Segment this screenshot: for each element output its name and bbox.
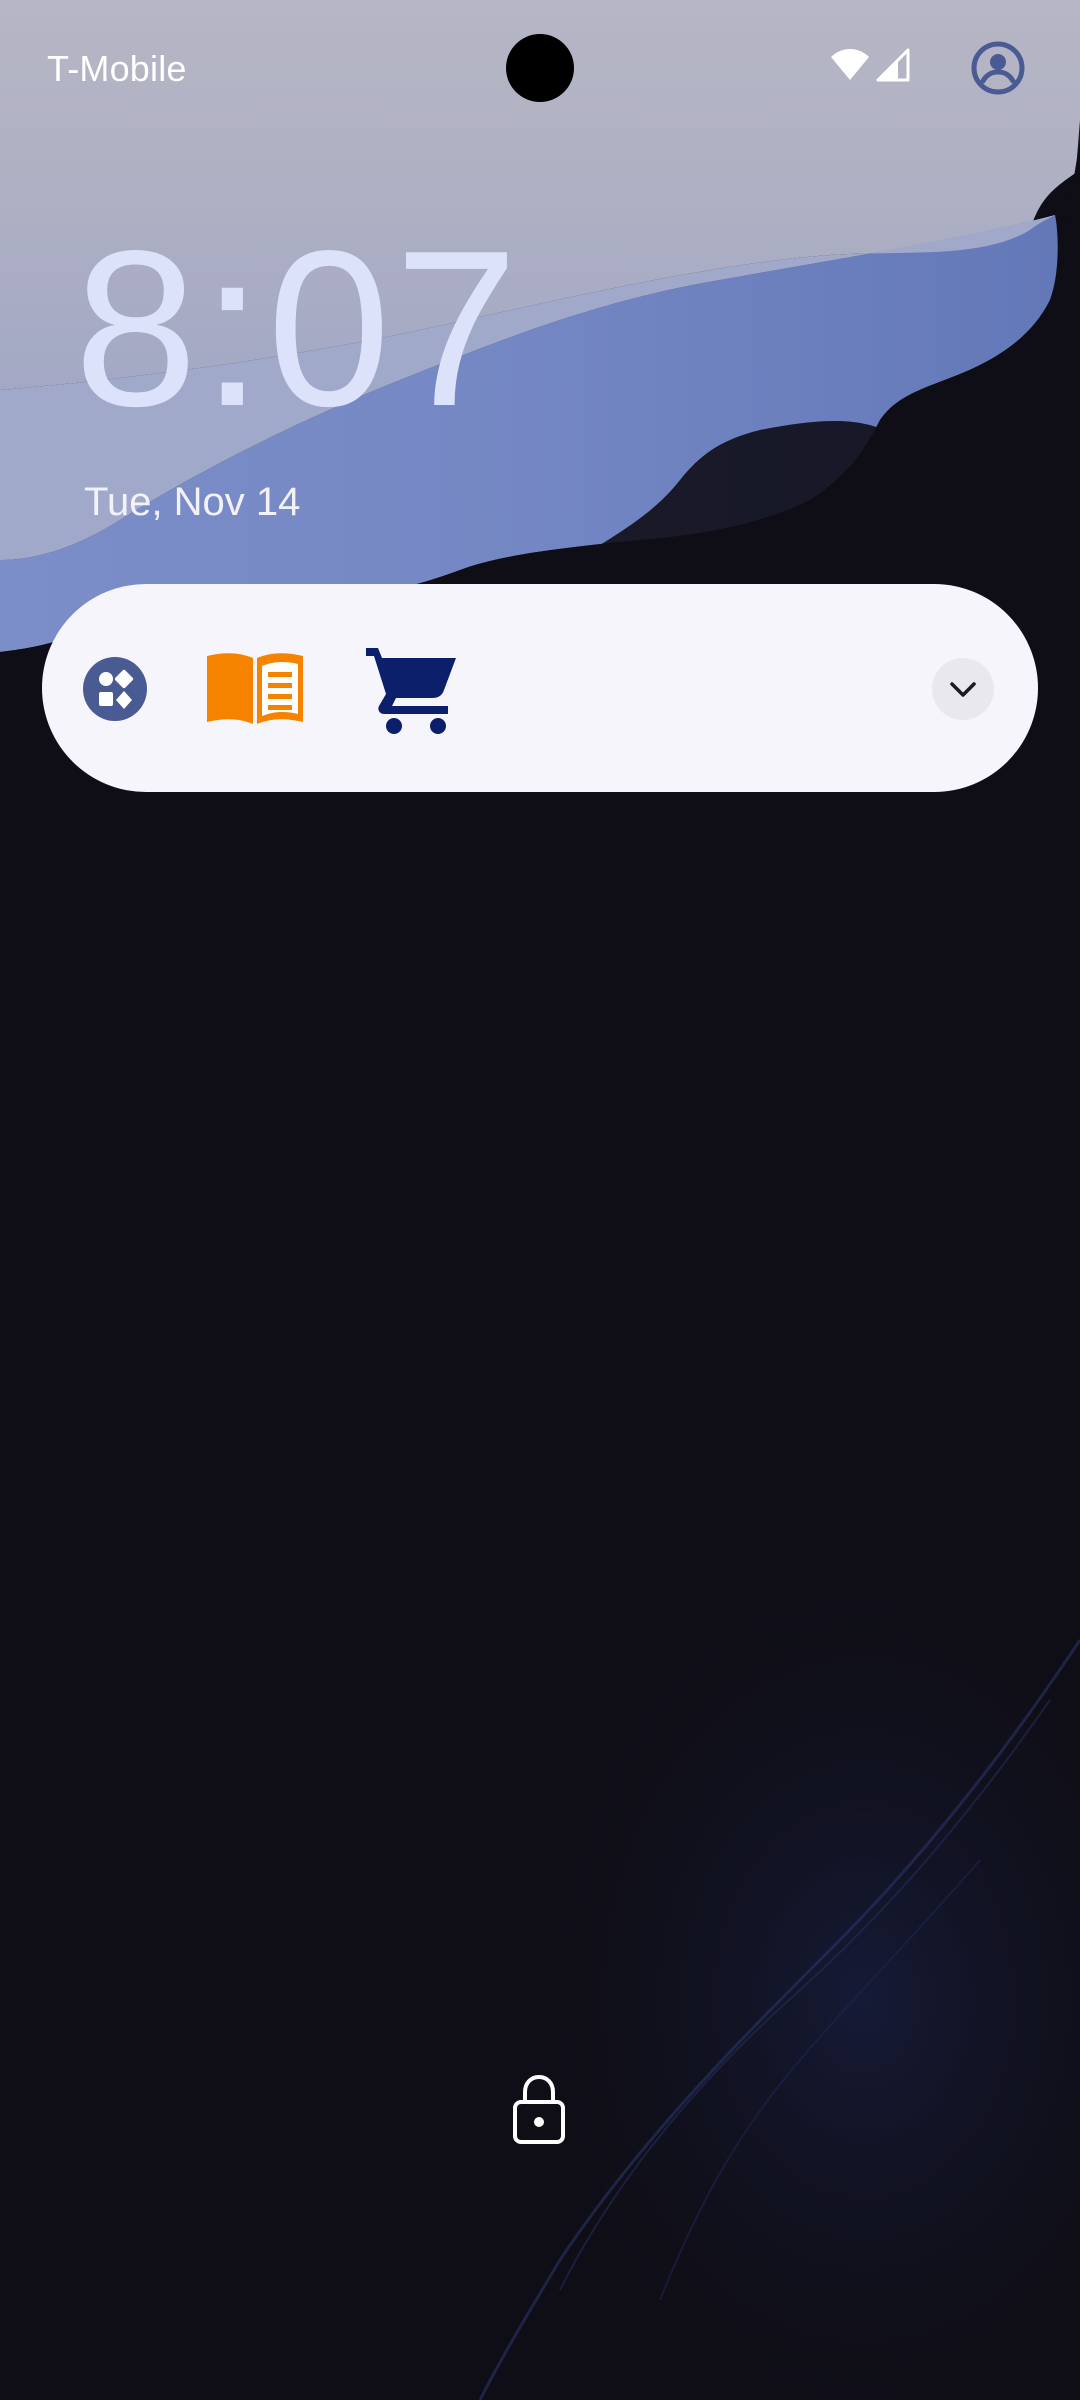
shopping-cart-icon[interactable] [364,642,458,734]
wifi-icon [831,49,869,80]
cell-signal-icon [876,48,910,82]
clock-time: 8:07 [74,205,523,453]
lock-screen: T-Mobile 8:07 Tue, Nov 14 [0,0,1080,2400]
assistant-shapes-icon[interactable] [83,657,147,721]
expand-button[interactable] [932,658,994,720]
camera-cutout [506,34,574,102]
chevron-down-icon [950,682,976,697]
lock-icon[interactable] [510,2074,568,2146]
carrier-name: T-Mobile [47,48,187,89]
status-bar: T-Mobile [0,0,1080,140]
book-reader-icon[interactable] [205,648,305,728]
app-shortcut-card [42,584,1038,792]
account-icon[interactable] [970,40,1026,96]
clock-date[interactable]: Tue, Nov 14 [84,480,300,525]
